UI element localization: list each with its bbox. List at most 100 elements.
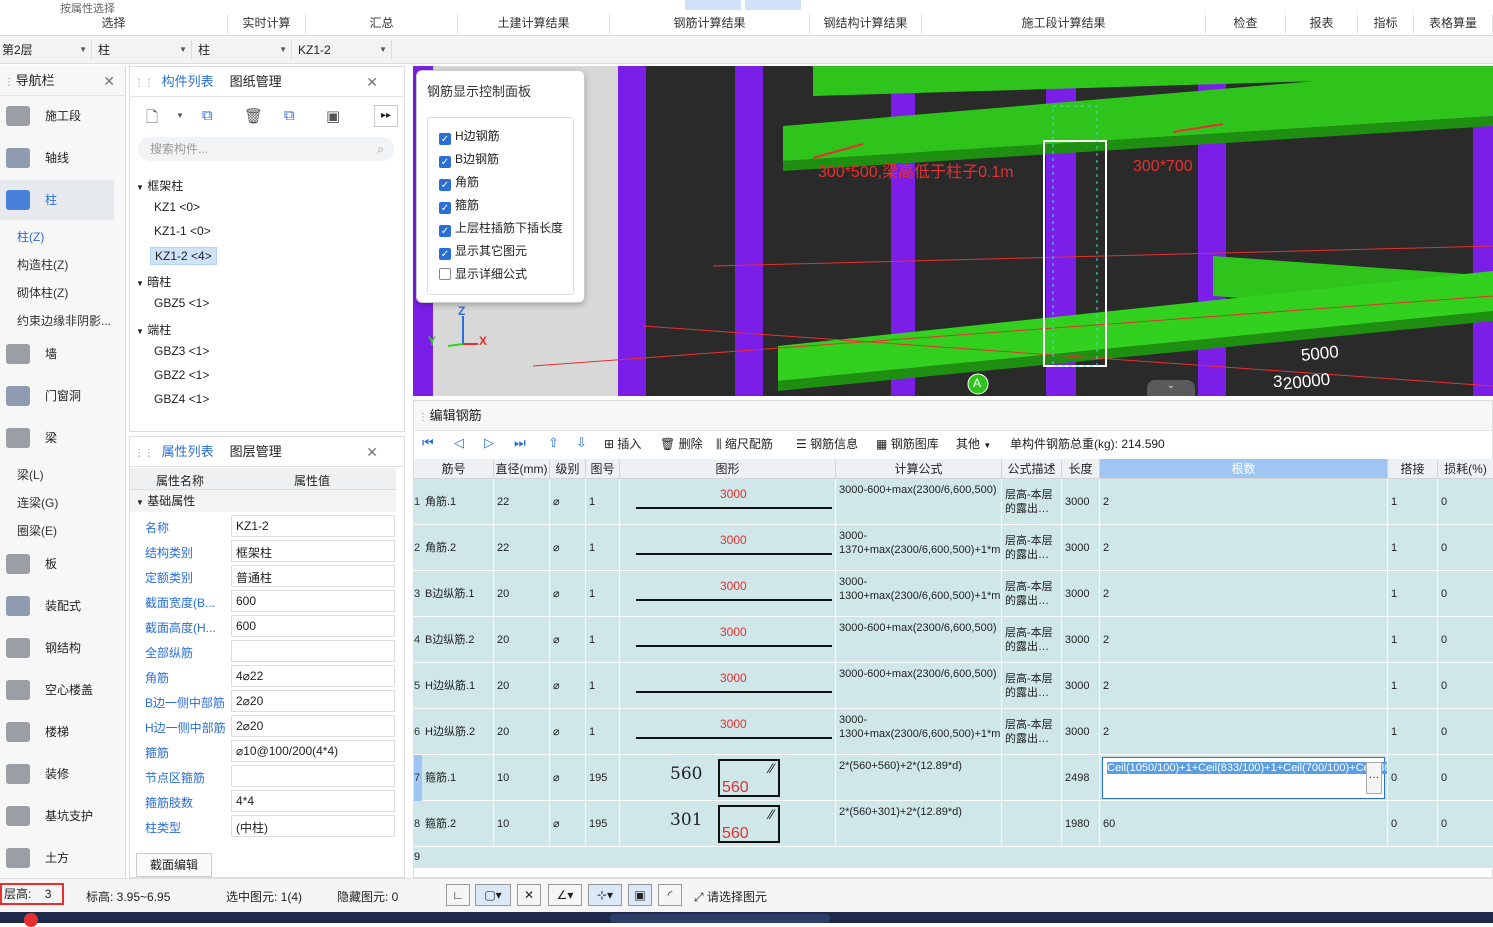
cell-grade[interactable]: ⌀ (550, 617, 586, 663)
cell-desc[interactable] (1002, 755, 1062, 801)
checkbox-icon[interactable]: ✓ (439, 133, 451, 145)
cell-fig[interactable]: 1 (586, 617, 620, 663)
cell-desc[interactable]: 层高-本层的露出… (1002, 663, 1062, 709)
tree-group[interactable]: ▼ 端柱 (136, 321, 171, 338)
tree-item[interactable]: GBZ3 <1> (150, 343, 213, 359)
cell-dia[interactable]: 20 (494, 571, 550, 617)
taskbar-search[interactable] (610, 914, 830, 923)
column-header[interactable]: 长度 (1062, 459, 1100, 479)
property-value-field[interactable]: KZ1-2 (231, 515, 395, 537)
nav-item[interactable]: 梁 (0, 418, 114, 458)
cell-dia[interactable]: 20 (494, 617, 550, 663)
cell-formula[interactable]: 2*(560+560)+2*(12.89*d) (836, 755, 1002, 801)
cell-shape[interactable]: 560 560 ⁄⁄ (620, 755, 836, 801)
property-value-field[interactable]: (中柱) (231, 815, 395, 837)
cell-loss[interactable]: 0 (1438, 617, 1493, 663)
cell-formula[interactable]: 3000-600+max(2300/6,600,500) (836, 479, 1002, 525)
cell-lap[interactable]: 1 (1388, 479, 1438, 525)
cell-desc[interactable]: 层高-本层的露出… (1002, 479, 1062, 525)
rebar-library-button[interactable]: ▦ 钢筋图库 (876, 435, 939, 452)
checkbox-icon[interactable]: ✓ (439, 225, 451, 237)
subtype-select[interactable]: 柱 ▼ (196, 40, 292, 60)
layer-copy-icon[interactable]: ▣ (326, 107, 340, 125)
nav-item[interactable]: 基坑支护 (0, 796, 114, 836)
cell-name[interactable]: 角筋.1 (422, 479, 494, 525)
cell-shape[interactable]: 3000 (620, 479, 836, 525)
floor-select[interactable]: 第2层 ▼ (0, 40, 92, 60)
cell-len[interactable]: 1980 (1062, 801, 1100, 847)
cell-loss[interactable]: 0 (1438, 571, 1493, 617)
app-icon[interactable] (24, 913, 38, 927)
column-header[interactable]: 图号 (586, 459, 620, 479)
cell-loss[interactable]: 0 (1438, 709, 1493, 755)
nav-item[interactable]: 墙 (0, 334, 114, 374)
ribbon-tab[interactable]: 检查 (1206, 14, 1286, 34)
cell-fig[interactable]: 1 (586, 571, 620, 617)
cell-name[interactable]: 箍筋.1 (422, 755, 494, 801)
cell-lap[interactable]: 1 (1388, 663, 1438, 709)
tree-group[interactable]: ▼ 暗柱 (136, 273, 171, 290)
nav-subitem[interactable]: 连梁(G) (17, 494, 58, 511)
tree-item[interactable]: GBZ4 <1> (150, 391, 213, 407)
property-value-field[interactable]: ⌀10@100/200(4*4) (231, 740, 395, 762)
ribbon-tab[interactable]: 表格算量 (1414, 14, 1493, 34)
cell-count[interactable]: 2 (1100, 663, 1388, 709)
display-option[interactable]: ✓ B边钢筋 (439, 150, 499, 168)
cell-len[interactable]: 2498 (1062, 755, 1100, 801)
move-down-icon[interactable]: ⇩ (576, 435, 587, 451)
display-option[interactable]: ✓ H边钢筋 (439, 127, 500, 145)
cell-formula[interactable]: 3000-1300+max(2300/6,600,500)+1*max(35*d… (836, 571, 1002, 617)
ribbon-tab[interactable]: 施工段计算结果 (922, 14, 1206, 34)
search-input[interactable]: 搜索构件... ⌕ (138, 137, 394, 161)
checkbox-icon[interactable] (439, 268, 451, 280)
cell-fig[interactable]: 1 (586, 525, 620, 571)
close-icon[interactable]: ✕ (366, 437, 378, 467)
select-box-icon[interactable]: ▢▾ (475, 884, 511, 906)
table-row[interactable]: 9 (414, 847, 1493, 869)
snap-icon[interactable]: ⊹▾ (588, 884, 622, 906)
cell-len[interactable]: 3000 (1062, 709, 1100, 755)
cell-desc[interactable]: 层高-本层的露出… (1002, 525, 1062, 571)
table-row[interactable]: 1 角筋.1 22 ⌀ 1 3000 3000-600+max(2300/6,600,500… (414, 479, 1493, 525)
cell-len[interactable]: 3000 (1062, 479, 1100, 525)
copy-icon[interactable]: ⧉ (202, 107, 213, 124)
chevron-down-icon[interactable]: ▼ (176, 111, 184, 120)
cell-fig[interactable]: 195 (586, 801, 620, 847)
cross-icon[interactable]: ✕ (517, 884, 541, 906)
cell-grade[interactable]: ⌀ (550, 709, 586, 755)
cell-name[interactable]: B边纵筋.1 (422, 571, 494, 617)
other-menu[interactable]: 其他 ▼ (956, 435, 991, 452)
component-select[interactable]: KZ1-2 ▼ (296, 40, 392, 60)
display-option[interactable]: ✓ 显示其它图元 (439, 242, 527, 260)
cell-len[interactable]: 3000 (1062, 571, 1100, 617)
nav-item[interactable]: 门窗洞 (0, 376, 114, 416)
cell-grade[interactable]: ⌀ (550, 479, 586, 525)
cell-fig[interactable]: 1 (586, 663, 620, 709)
cell-grade[interactable]: ⌀ (550, 755, 586, 801)
nav-subitem[interactable]: 梁(L) (17, 466, 44, 483)
ortho-icon[interactable]: ∟ (446, 884, 470, 906)
cell-lap[interactable]: 1 (1388, 525, 1438, 571)
section-edit-button[interactable]: 截面编辑 (136, 853, 212, 877)
cell-name[interactable]: H边纵筋.1 (422, 663, 494, 709)
property-value-field[interactable] (231, 765, 395, 787)
ribbon-tab[interactable]: 钢筋计算结果 (610, 14, 810, 34)
cell-desc[interactable]: 层高-本层的露出… (1002, 709, 1062, 755)
table-row[interactable]: 8 箍筋.2 10 ⌀ 195 301 560 ⁄⁄ 2*(560+301)+2*(12.89*… (414, 801, 1493, 847)
delete-icon[interactable]: 🗑 (244, 107, 263, 125)
cell-loss[interactable]: 0 (1438, 801, 1493, 847)
ribbon-tab[interactable]: 报表 (1286, 14, 1358, 34)
insert-button[interactable]: ⊞ 插入 (604, 435, 641, 452)
cell-grade[interactable]: ⌀ (550, 571, 586, 617)
property-value-field[interactable] (231, 640, 395, 662)
tab-component-list[interactable]: 构件列表 (162, 67, 214, 97)
cell-shape[interactable]: 3000 (620, 617, 836, 663)
close-icon[interactable]: ✕ (103, 66, 115, 96)
cell-len[interactable]: 3000 (1062, 663, 1100, 709)
cell-count[interactable]: 60 (1100, 801, 1388, 847)
tree-item[interactable]: GBZ2 <1> (150, 367, 213, 383)
nav-item[interactable]: 板 (0, 544, 114, 584)
cell-lap[interactable]: 1 (1388, 709, 1438, 755)
checkbox-icon[interactable]: ✓ (439, 248, 451, 260)
table-row[interactable]: 7 箍筋.1 10 ⌀ 195 560 560 ⁄⁄ 2*(560+560)+2*(12.89*… (414, 755, 1493, 801)
